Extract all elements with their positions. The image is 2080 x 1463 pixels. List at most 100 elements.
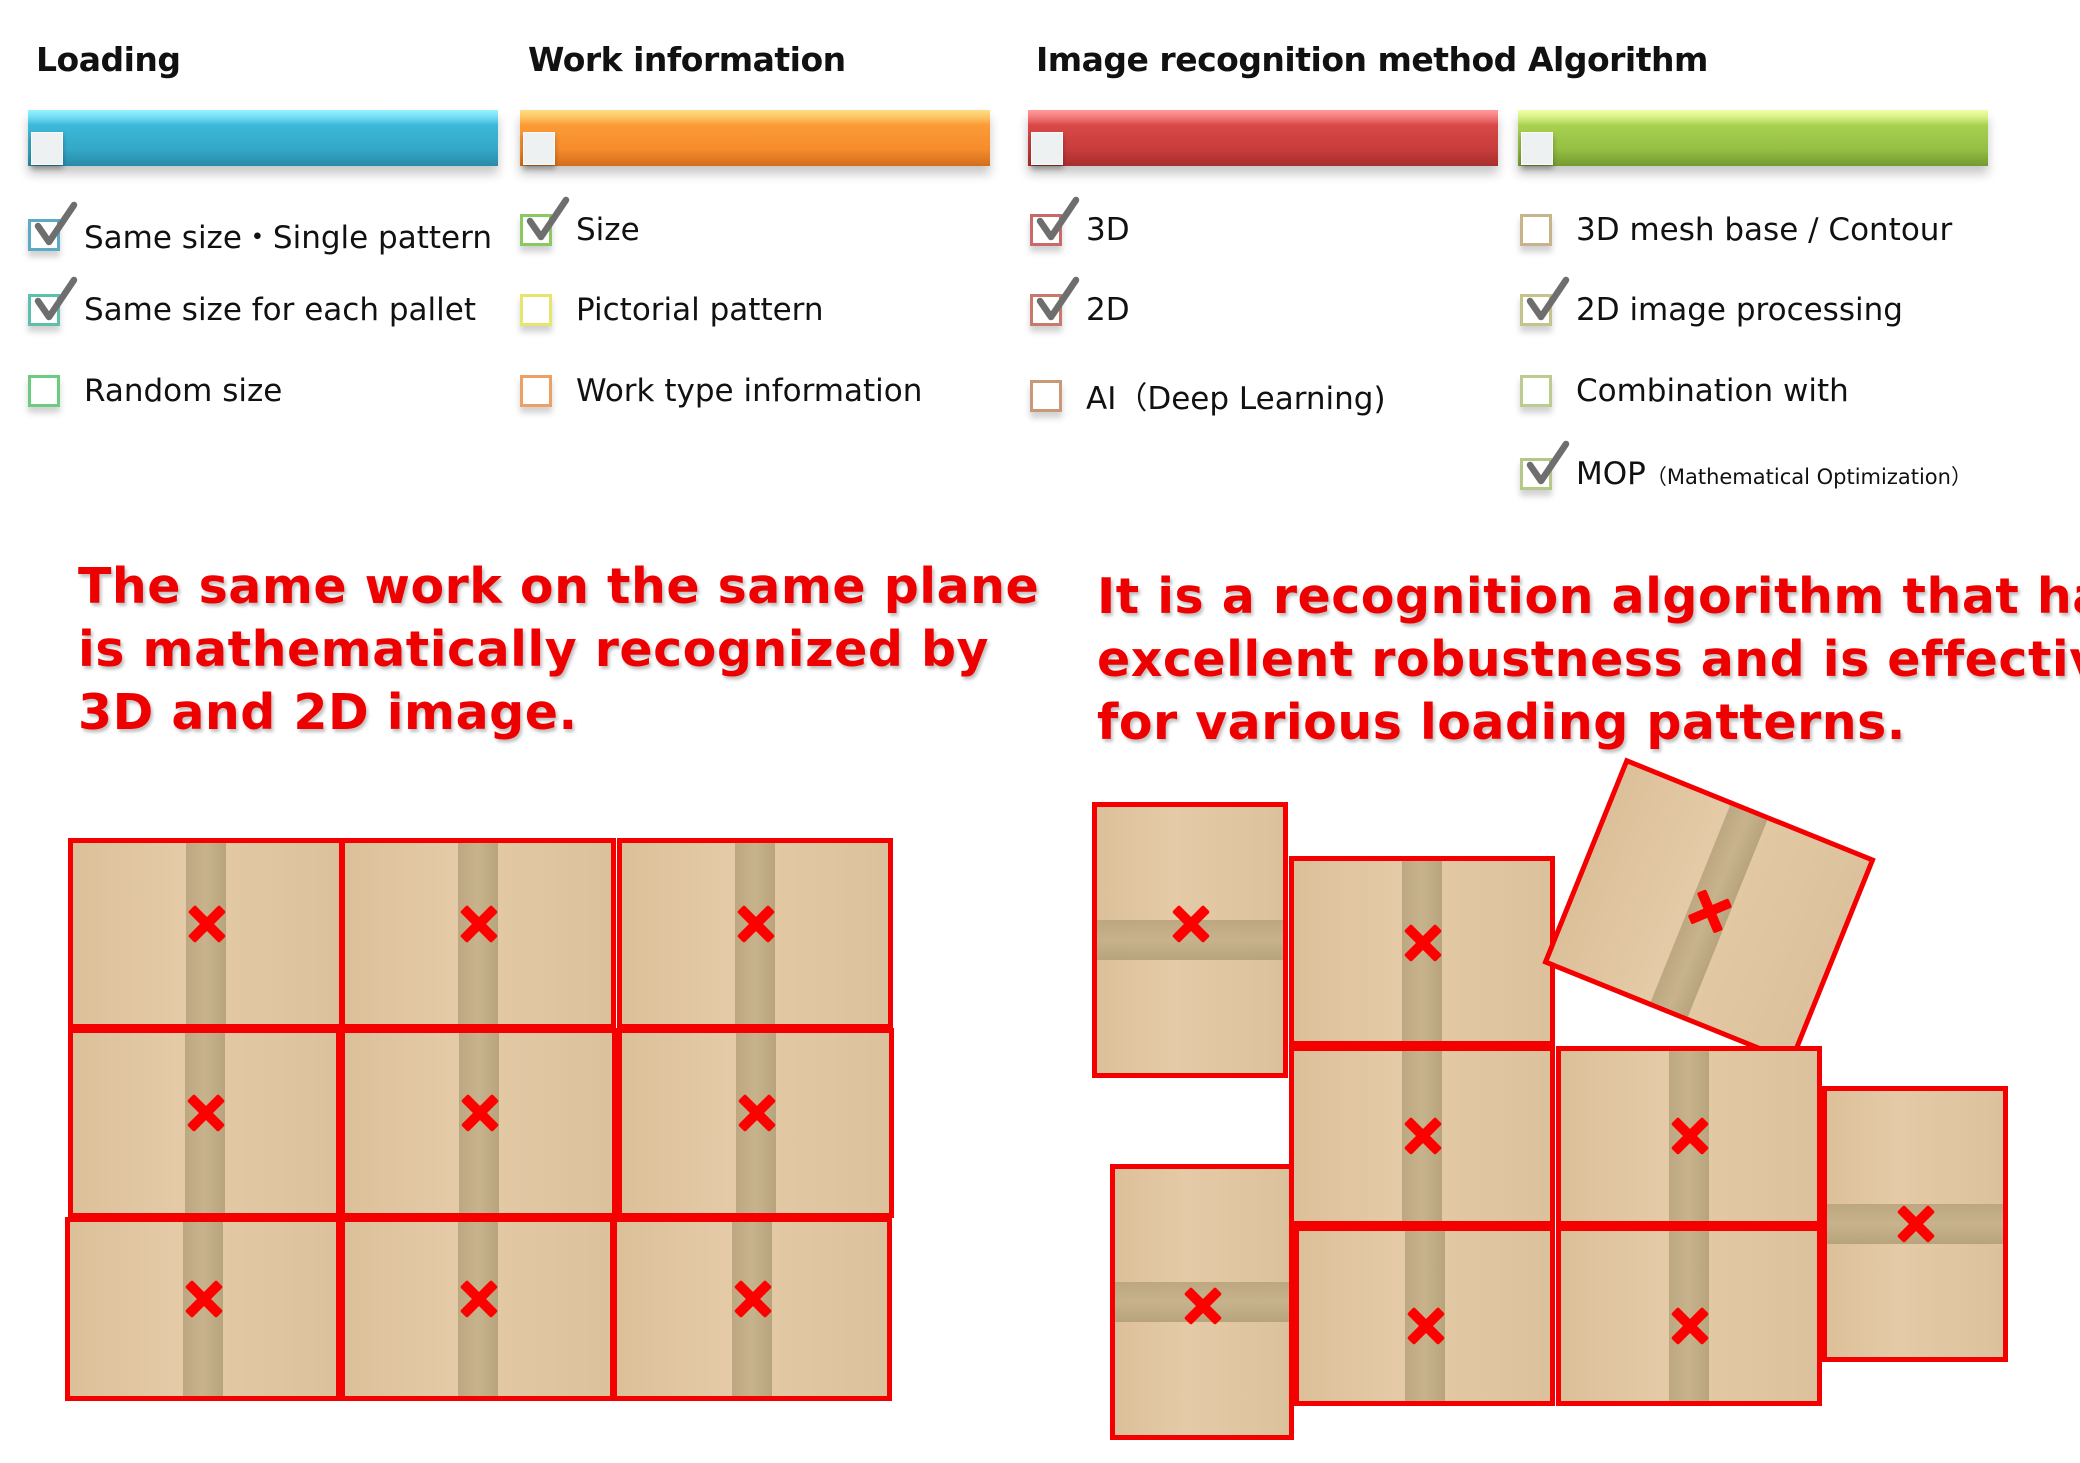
caption-left: The same work on the same plane is mathe… bbox=[78, 555, 1039, 744]
checkbox-unchecked[interactable] bbox=[1030, 379, 1062, 412]
checkbox-unchecked[interactable] bbox=[1520, 214, 1552, 246]
label-text: Combination with bbox=[1576, 373, 1849, 409]
center-x-marker-icon bbox=[735, 904, 775, 944]
category-bar-image-recognition-method bbox=[1028, 110, 1498, 166]
checkbox-checked[interactable] bbox=[28, 201, 78, 251]
caption-left-line: is mathematically recognized by bbox=[78, 621, 989, 678]
cardboard-box bbox=[1092, 802, 1288, 1078]
center-x-marker-icon bbox=[185, 1093, 225, 1133]
cardboard-box bbox=[1294, 1226, 1555, 1406]
checklist-item[interactable]: MOP（Mathematical Optimization） bbox=[1520, 440, 1972, 492]
label-text: Size bbox=[576, 212, 640, 248]
label-subtext: （Mathematical Optimization） bbox=[1645, 465, 1972, 489]
checklist-item[interactable]: Combination with bbox=[1520, 373, 1849, 409]
center-x-marker-icon bbox=[732, 1279, 772, 1319]
checklist-item-label: 2D image processing bbox=[1576, 292, 1903, 328]
label-text: 2D bbox=[1086, 292, 1130, 328]
checklist-item-label: 3D mesh base / Contour bbox=[1576, 212, 1952, 248]
cardboard-box bbox=[1822, 1086, 2008, 1362]
checklist-item[interactable]: 3D bbox=[1030, 196, 1130, 248]
label-text: AI（Deep Learning) bbox=[1086, 381, 1386, 417]
center-x-marker-icon bbox=[1170, 904, 1210, 944]
checklist-item-label: AI（Deep Learning) bbox=[1086, 373, 1386, 418]
checklist-item[interactable]: 3D mesh base / Contour bbox=[1520, 212, 1952, 248]
checklist-item[interactable]: Size bbox=[520, 196, 640, 248]
center-x-marker-icon bbox=[186, 904, 226, 944]
category-bar-loading bbox=[28, 110, 498, 166]
checkbox-checked[interactable] bbox=[28, 276, 78, 326]
caption-right-line: It is a recognition algorithm that has bbox=[1097, 568, 2080, 625]
center-x-marker-icon bbox=[1405, 1306, 1445, 1346]
checkbox-unchecked[interactable] bbox=[520, 294, 552, 326]
bar-knob bbox=[1521, 132, 1553, 165]
checkbox-unchecked[interactable] bbox=[520, 375, 552, 407]
checkbox-checked[interactable] bbox=[1520, 276, 1570, 326]
cardboard-box bbox=[340, 1217, 615, 1401]
checkbox-checked[interactable] bbox=[1030, 196, 1080, 246]
cardboard-box bbox=[68, 838, 344, 1029]
label-text: Random size bbox=[84, 373, 283, 409]
center-x-marker-icon bbox=[1669, 1116, 1709, 1156]
center-x-marker-icon bbox=[459, 1093, 499, 1133]
cardboard-box bbox=[340, 838, 616, 1029]
checklist-item[interactable]: Pictorial pattern bbox=[520, 292, 824, 328]
center-x-marker-icon bbox=[458, 904, 498, 944]
column-title-work-information: Work information bbox=[528, 40, 846, 79]
center-x-marker-icon bbox=[1402, 1116, 1442, 1156]
bar-knob bbox=[1031, 132, 1063, 165]
checklist-item[interactable]: Same size for each pallet bbox=[28, 276, 476, 328]
checklist-item-label: Size bbox=[576, 212, 640, 248]
label-text: Same size for each pallet bbox=[84, 292, 476, 328]
cardboard-box bbox=[1556, 1226, 1822, 1406]
cardboard-box bbox=[1110, 1164, 1294, 1440]
caption-right-line: for various loading patterns. bbox=[1097, 694, 1906, 751]
center-x-marker-icon bbox=[1402, 923, 1442, 963]
center-x-marker-icon bbox=[458, 1279, 498, 1319]
cardboard-box bbox=[617, 838, 893, 1029]
checkbox-checked[interactable] bbox=[1520, 440, 1570, 490]
caption-left-line: The same work on the same plane bbox=[78, 558, 1040, 615]
checklist-item[interactable]: AI（Deep Learning) bbox=[1030, 373, 1386, 418]
checkbox-checked[interactable] bbox=[520, 196, 570, 246]
cardboard-box bbox=[68, 1028, 341, 1218]
caption-right-line: excellent robustness and is effective bbox=[1097, 631, 2080, 688]
category-bar-algorithm bbox=[1518, 110, 1988, 166]
bar-knob bbox=[31, 132, 63, 165]
bar-knob bbox=[523, 132, 555, 165]
label-text: Same size・Single pattern bbox=[84, 220, 492, 256]
center-x-marker-icon bbox=[736, 1093, 776, 1133]
checklist-item-label: Pictorial pattern bbox=[576, 292, 824, 328]
center-x-marker-icon bbox=[1895, 1204, 1935, 1244]
category-bar-work-information bbox=[520, 110, 990, 166]
caption-right: It is a recognition algorithm that has e… bbox=[1097, 565, 2080, 754]
cardboard-box bbox=[65, 1217, 341, 1401]
label-text: 2D image processing bbox=[1576, 292, 1903, 328]
center-x-marker-icon bbox=[1182, 1286, 1222, 1326]
column-title-loading: Loading bbox=[36, 40, 181, 79]
checklist-item-label: MOP（Mathematical Optimization） bbox=[1576, 456, 1972, 492]
checkbox-checked[interactable] bbox=[1030, 276, 1080, 326]
checklist-item[interactable]: Random size bbox=[28, 373, 282, 409]
checklist-item[interactable]: 2D bbox=[1030, 276, 1130, 328]
caption-left-line: 3D and 2D image. bbox=[78, 684, 578, 741]
checkbox-unchecked[interactable] bbox=[28, 375, 60, 407]
label-text: Pictorial pattern bbox=[576, 292, 824, 328]
cardboard-box bbox=[1556, 1046, 1822, 1226]
cardboard-box bbox=[1542, 757, 1876, 1065]
checklist-item-label: Same size for each pallet bbox=[84, 292, 476, 328]
cardboard-box bbox=[612, 1217, 892, 1401]
column-title-algorithm: Algorithm bbox=[1528, 40, 1708, 79]
checklist-item-label: Combination with bbox=[1576, 373, 1849, 409]
label-text: Work type information bbox=[576, 373, 923, 409]
center-x-marker-icon bbox=[183, 1279, 223, 1319]
label-text: MOP bbox=[1576, 456, 1646, 492]
label-text: 3D bbox=[1086, 212, 1130, 248]
checklist-item[interactable]: Same size・Single pattern bbox=[28, 201, 492, 257]
checklist-item[interactable]: 2D image processing bbox=[1520, 276, 1903, 328]
checklist-item-label: 3D bbox=[1086, 212, 1130, 248]
checklist-item[interactable]: Work type information bbox=[520, 373, 922, 409]
checkbox-unchecked[interactable] bbox=[1520, 375, 1552, 407]
center-x-marker-icon bbox=[1669, 1306, 1709, 1346]
checklist-item-label: Same size・Single pattern bbox=[84, 212, 492, 257]
cardboard-box bbox=[340, 1028, 617, 1218]
